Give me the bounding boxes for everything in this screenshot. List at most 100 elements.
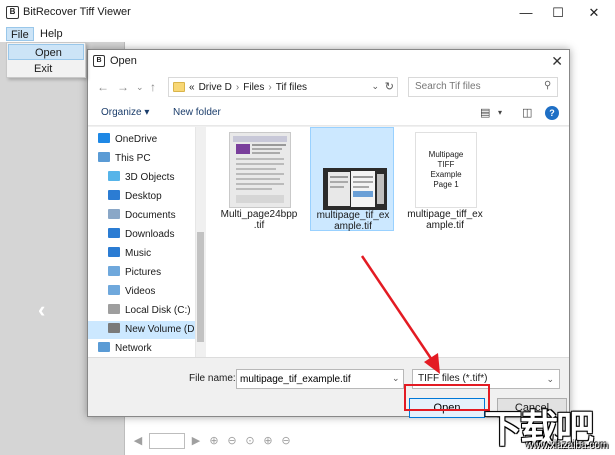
file-name-input[interactable] [236,369,404,389]
nav-item-label: Music [125,248,152,259]
screenshot-thumbnail-icon [323,168,387,210]
back-arrow-icon[interactable]: ← [97,80,109,94]
cube-icon [108,171,120,181]
nav-item[interactable]: 3D Objects [88,169,195,187]
computer-icon [98,152,110,162]
file-name-dropdown-icon[interactable]: ⌄ [392,373,400,384]
preview-pane-icon[interactable]: ◫ [522,106,532,119]
breadcrumb-tif-files[interactable]: Tif files [276,82,307,93]
up-arrow-icon[interactable]: ↑ [150,80,156,94]
breadcrumb-separator: › [268,81,272,93]
recent-dropdown-icon[interactable]: ⌄ [136,82,144,93]
address-row: ← → ⌄ ↑ « Drive D › Files › Tif files ⌄ … [88,72,569,102]
nav-item[interactable]: Videos [88,283,195,301]
chevron-left-icon[interactable]: ‹ [38,297,45,323]
menu-file[interactable]: File [6,27,34,41]
file-name-line: multipage_tif_ex [316,210,390,221]
video-icon [108,285,120,295]
forward-arrow-icon[interactable]: → [117,80,129,94]
nav-item-label: OneDrive [115,134,158,145]
view-options-icon[interactable]: ▤ [480,106,490,119]
menu-item-exit[interactable]: Exit [8,61,84,77]
new-folder-button[interactable]: New folder [173,107,221,118]
nav-item[interactable]: Music [88,245,195,263]
nav-item-label: New Volume (D: [125,324,196,335]
nav-item[interactable]: Downloads [88,226,195,244]
breadcrumb-drive-d[interactable]: Drive D [199,82,232,93]
file-thumbnail: Multipage TIFF Example Page 1 [415,132,477,208]
app-title: BitRecover Tiff Viewer [23,6,131,18]
thumbnail-text: Page 1 [433,180,459,189]
next-page-icon[interactable]: ▶ [189,434,203,448]
dialog-titlebar: B Open ✕ [88,50,569,72]
organize-button[interactable]: Organize ▾ [101,107,149,118]
nav-item-label: This PC [115,153,151,164]
disk-icon [108,323,120,333]
breadcrumb-files[interactable]: Files [243,82,264,93]
nav-item-label: Downloads [125,229,175,240]
nav-item[interactable]: Pictures [88,264,195,282]
view-dropdown-icon[interactable]: ▾ [498,108,502,117]
viewer-toolbar: ◀ ▶ ⊕ ⊖ ⊙ ⊕ ⊖ [125,430,425,452]
address-dropdown-icon[interactable]: ⌄ [371,81,379,92]
address-bar[interactable]: « Drive D › Files › Tif files ⌄ ↻ [168,77,398,97]
zoom-fit-icon[interactable]: ⊙ [243,434,257,448]
help-icon[interactable]: ? [545,106,559,120]
zoom-width-icon[interactable]: ⊕ [261,434,275,448]
zoom-in-icon[interactable]: ⊕ [207,434,221,448]
file-item[interactable]: Multipage TIFF Example Page 1 multipage_… [403,127,487,231]
zoom-actual-icon[interactable]: ⊖ [279,434,293,448]
menu-item-open[interactable]: Open [8,44,84,60]
desktop-icon [108,190,120,200]
scrollbar-thumb[interactable] [197,232,204,342]
file-menu-dropdown: Open Exit [6,42,86,78]
nav-item[interactable]: New Volume (D: [88,321,196,339]
page-number-input[interactable] [149,433,185,449]
minimize-button[interactable]: — [516,4,536,22]
nav-item[interactable]: This PC [88,150,195,168]
file-name-line: .tif [253,220,265,231]
document-icon [108,209,120,219]
nav-item[interactable]: Network [88,340,195,357]
prev-page-icon[interactable]: ◀ [131,434,145,448]
thumbnail-text: TIFF [437,160,455,169]
search-input[interactable]: Search Tif files [408,77,558,97]
nav-item-label: 3D Objects [125,172,175,183]
file-name-line: Multi_page24bpp [220,209,298,220]
menubar: File Help [0,26,615,42]
app-window: B BitRecover Tiff Viewer — ☐ ✕ File Help… [0,0,615,455]
nav-item-label: Network [115,343,152,354]
app-logo-icon: B [6,6,19,19]
thumbnail-text: Example [430,170,462,179]
nav-item-label: Documents [125,210,176,221]
disk-icon [108,304,120,314]
music-icon [108,247,120,257]
folder-icon [173,82,185,92]
navigation-scrollbar[interactable] [196,127,205,357]
breadcrumb-separator: › [235,81,240,93]
zoom-out-icon[interactable]: ⊖ [225,434,239,448]
watermark: 下载吧 www.xiazaiba.com [480,398,615,455]
dialog-logo-icon: B [93,55,105,67]
open-button-highlight [404,384,490,411]
maximize-button[interactable]: ☐ [548,4,568,22]
chevron-down-icon: ⌄ [546,374,554,384]
navigation-pane: OneDrive This PC 3D Objects Desktop Document… [88,127,196,357]
close-button[interactable]: ✕ [584,4,604,22]
network-icon [98,342,110,352]
file-item[interactable]: Multi_page24bpp .tif [217,127,301,231]
nav-item[interactable]: Desktop [88,188,195,206]
app-titlebar: B BitRecover Tiff Viewer — ☐ ✕ [0,0,615,26]
file-name-line: multipage_tiff_ex [407,209,483,220]
nav-item[interactable]: OneDrive [88,131,195,149]
file-item-selected[interactable]: multipage_tif_ex ample.tif [310,127,394,232]
search-icon[interactable]: ⚲ [544,80,564,91]
refresh-icon[interactable]: ↻ [385,80,394,93]
dialog-close-button[interactable]: ✕ [551,53,563,70]
menu-help[interactable]: Help [36,27,67,41]
file-name-line: ample.tif [426,220,464,231]
breadcrumb-overflow[interactable]: « [189,82,195,93]
picture-icon [108,266,120,276]
nav-item[interactable]: Documents [88,207,195,225]
nav-item[interactable]: Local Disk (C:) [88,302,195,320]
